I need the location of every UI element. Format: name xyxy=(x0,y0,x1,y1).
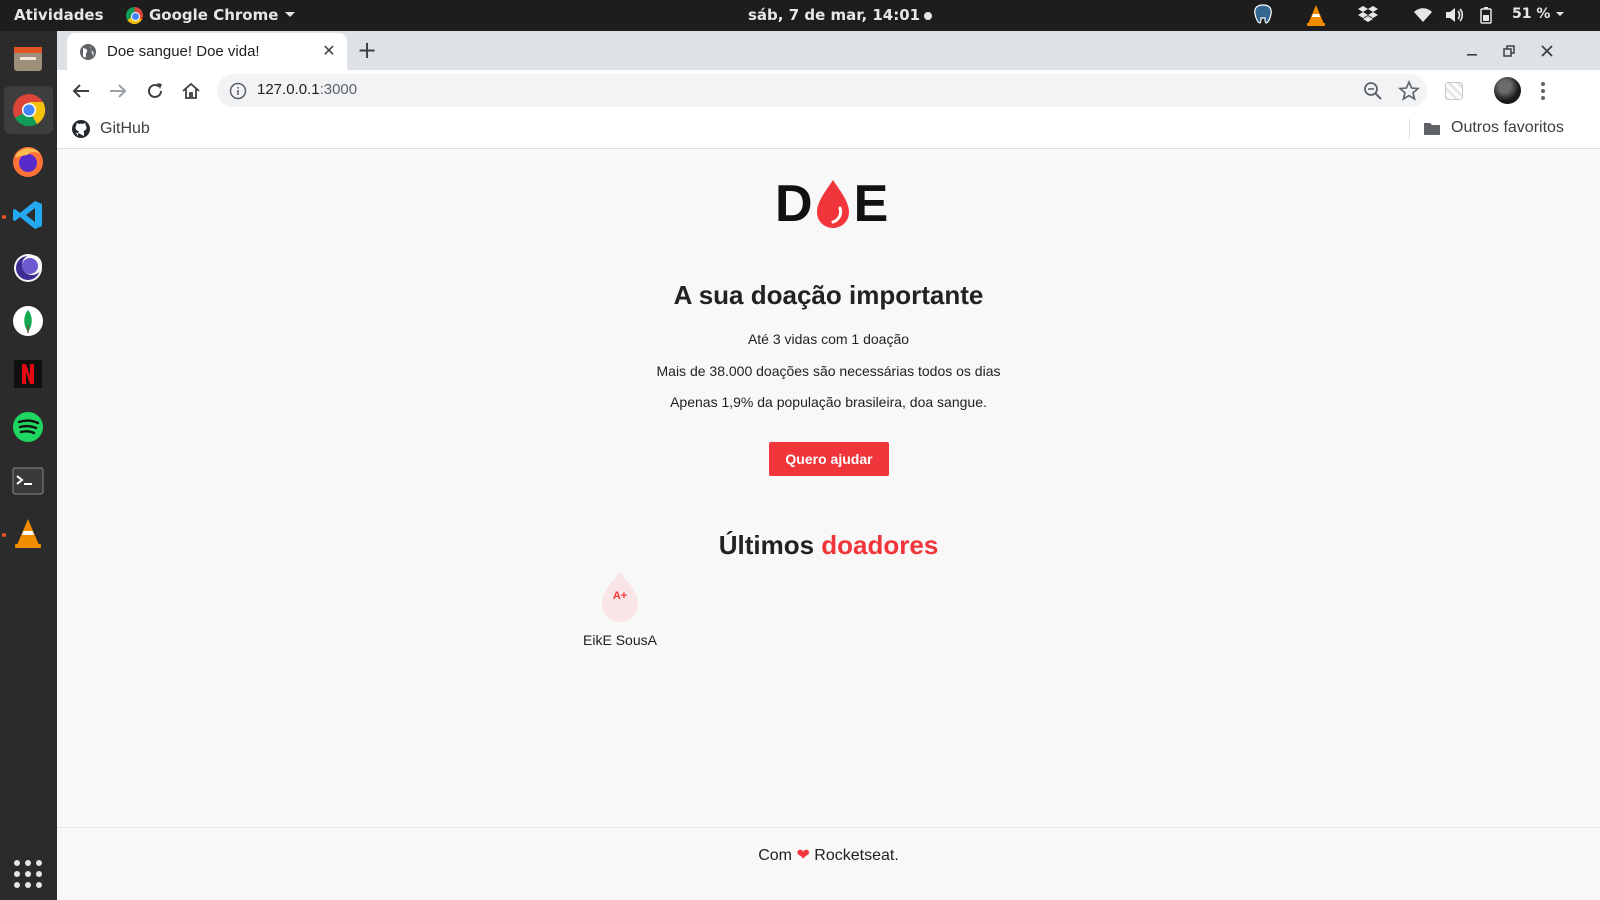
donor-card: A+ EikE SousA xyxy=(575,570,665,648)
tab-active[interactable]: Doe sangue! Doe vida! ✕ xyxy=(67,33,347,70)
firefox-icon xyxy=(13,147,43,177)
clock-label: sáb, 7 de mar, 14:01 xyxy=(748,6,921,24)
app-menu-label: Google Chrome xyxy=(149,6,279,24)
running-indicator xyxy=(2,533,6,537)
donors-title-accent: doadores xyxy=(821,530,939,560)
dock-vlc[interactable] xyxy=(8,513,48,553)
donor-name: EikE SousA xyxy=(583,632,657,648)
clock[interactable]: sáb, 7 de mar, 14:01 xyxy=(748,6,933,24)
dock-mongodb-compass[interactable] xyxy=(8,301,48,341)
dock-firefox[interactable] xyxy=(8,142,48,182)
doe-logo: D E xyxy=(775,175,889,233)
blood-type-drop: A+ xyxy=(598,570,642,624)
battery-percent[interactable]: 51 % xyxy=(1512,6,1565,22)
chrome-icon xyxy=(126,6,143,24)
chevron-down-icon xyxy=(1556,12,1565,16)
blood-drop-icon xyxy=(816,180,849,228)
url-text: 127.0.0.1:3000 xyxy=(257,81,357,98)
notification-dot xyxy=(924,11,933,20)
footer-text: Com ❤ Rocketseat. xyxy=(57,845,1600,865)
chevron-down-icon xyxy=(285,12,296,17)
address-bar[interactable]: 127.0.0.1:3000 xyxy=(217,74,1427,107)
bookmarks-divider xyxy=(1409,119,1410,139)
dock-files[interactable] xyxy=(8,39,48,79)
fact-line-2: Mais de 38.000 doações são necessárias t… xyxy=(656,363,1001,379)
fact-line-1: Até 3 vidas com 1 doação xyxy=(747,331,910,347)
dock-spotify[interactable] xyxy=(8,407,48,447)
logo-letter-e: E xyxy=(853,175,889,233)
dock-netflix[interactable] xyxy=(8,354,48,394)
forward-icon[interactable] xyxy=(105,78,131,104)
spotify-icon xyxy=(13,412,43,442)
heart-icon: ❤ xyxy=(796,847,810,864)
terminal-icon xyxy=(12,467,44,495)
footer-prefix: Com xyxy=(758,847,792,864)
tab-strip: Doe sangue! Doe vida! ✕ + xyxy=(57,31,1600,70)
home-icon[interactable] xyxy=(178,78,204,104)
dock-chrome[interactable] xyxy=(4,86,53,134)
url-host: 127.0.0.1 xyxy=(257,81,320,98)
quero-ajudar-button[interactable]: Quero ajudar xyxy=(769,442,889,476)
dropbox-icon[interactable] xyxy=(1356,4,1380,26)
launcher-dock xyxy=(0,31,57,900)
info-icon[interactable] xyxy=(229,82,247,100)
minimize-icon[interactable] xyxy=(1461,40,1483,62)
mongodb-compass-icon xyxy=(13,306,43,336)
menu-kebab-icon[interactable] xyxy=(1537,78,1549,104)
donors-section-title: Últimos doadores xyxy=(57,530,1600,561)
footer-suffix: Rocketseat. xyxy=(814,847,899,864)
bookmarks-bar: GitHub Outros favoritos xyxy=(57,111,1600,149)
url-port: :3000 xyxy=(319,81,358,98)
battery-icon[interactable] xyxy=(1478,4,1494,26)
logo-letter-d: D xyxy=(775,175,813,233)
system-top-bar: Atividades Google Chrome sáb, 7 de mar, … xyxy=(0,0,1600,31)
vlc-icon[interactable] xyxy=(1304,4,1328,26)
tab-title: Doe sangue! Doe vida! xyxy=(107,43,260,60)
donors-title-plain: Últimos xyxy=(718,530,815,560)
running-indicator xyxy=(2,215,6,219)
zoom-out-icon[interactable] xyxy=(1362,80,1384,102)
bookmark-github[interactable]: GitHub xyxy=(71,119,150,139)
other-bookmarks-label: Outros favoritos xyxy=(1451,119,1564,136)
extension-icon[interactable] xyxy=(1445,82,1463,100)
activities-button[interactable]: Atividades xyxy=(14,6,104,24)
profile-avatar[interactable] xyxy=(1494,77,1521,104)
volume-icon[interactable] xyxy=(1444,4,1466,26)
bookmark-star-icon[interactable] xyxy=(1398,80,1420,102)
page-footer: Com ❤ Rocketseat. xyxy=(57,827,1600,900)
folder-icon xyxy=(1424,122,1440,135)
dock-vscode[interactable] xyxy=(8,195,48,235)
page-title: A sua doação importante xyxy=(673,280,984,310)
back-icon[interactable] xyxy=(68,78,94,104)
new-tab-button[interactable]: + xyxy=(354,38,380,64)
dock-eclipse[interactable] xyxy=(8,248,48,288)
postgres-icon[interactable] xyxy=(1250,4,1276,26)
battery-label: 51 % xyxy=(1512,6,1551,22)
web-page: D E A sua doação importante Até 3 vidas … xyxy=(57,150,1600,900)
bookmark-github-label: GitHub xyxy=(100,120,150,137)
restore-icon[interactable] xyxy=(1498,40,1520,62)
vscode-icon xyxy=(13,201,42,229)
show-applications-icon[interactable] xyxy=(14,860,42,888)
app-menu[interactable]: Google Chrome xyxy=(126,6,296,24)
browser-window: Doe sangue! Doe vida! ✕ + 127.0.0.1:3000… xyxy=(57,31,1600,900)
globe-icon xyxy=(80,43,96,60)
eclipse-icon xyxy=(14,254,42,282)
dock-terminal[interactable] xyxy=(8,461,48,501)
files-icon xyxy=(14,47,42,71)
fact-line-3: Apenas 1,9% da população brasileira, doa… xyxy=(670,394,987,410)
chrome-icon xyxy=(12,94,45,127)
netflix-icon xyxy=(14,360,42,388)
github-icon xyxy=(72,120,90,138)
browser-toolbar: 127.0.0.1:3000 xyxy=(57,70,1600,111)
wifi-icon[interactable] xyxy=(1412,4,1434,26)
tab-close-icon[interactable]: ✕ xyxy=(319,41,339,61)
vlc-icon xyxy=(15,519,41,548)
other-bookmarks-folder[interactable]: Outros favoritos xyxy=(1423,119,1564,137)
close-window-icon[interactable] xyxy=(1536,40,1558,62)
reload-icon[interactable] xyxy=(142,78,168,104)
blood-type-label: A+ xyxy=(612,590,628,602)
